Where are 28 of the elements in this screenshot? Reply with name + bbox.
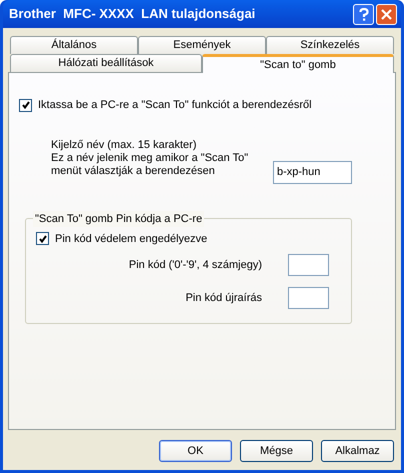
field-label: menüt választják a berendezésen — [51, 164, 216, 178]
window-title: Brother MFC- XXXX LAN tulajdonságai — [8, 5, 256, 24]
checkmark-icon — [38, 234, 46, 243]
tab[interactable]: Színkezelés — [266, 36, 394, 54]
dialog-button[interactable]: OK — [159, 440, 232, 462]
field-label: Kijelző név (max. 15 karakter) — [51, 138, 198, 152]
pin-field[interactable] — [288, 287, 329, 309]
checkbox[interactable] — [19, 98, 32, 112]
tab[interactable]: Általános — [10, 36, 138, 54]
tab[interactable]: Események — [138, 36, 266, 54]
field-label: Ez a név jelenik meg amikor a "Scan To" — [51, 152, 250, 164]
tab[interactable]: "Scan to" gomb — [202, 54, 394, 73]
checkbox-label: Pin kód védelem engedélyezve — [55, 232, 208, 246]
checkbox-label: Iktassa be a PC-re a "Scan To" funkciót a berendezésről — [38, 98, 312, 113]
dialog-button[interactable]: Alkalmaz — [321, 440, 394, 462]
dialog-button[interactable]: Mégse — [240, 440, 313, 462]
question-mark-icon — [358, 8, 368, 20]
close-button[interactable] — [376, 4, 397, 24]
checkbox[interactable] — [36, 232, 49, 246]
close-icon — [381, 8, 392, 20]
field-label: Pin kód ('0'-'9', 4 számjegy) — [128, 258, 262, 273]
pin-field[interactable] — [288, 254, 329, 276]
group-title: "Scan To" gomb Pin kódja a PC-re — [33, 210, 204, 227]
tab[interactable]: Hálózati beállítások — [10, 54, 202, 72]
display-name-field[interactable]: b-xp-hun — [273, 160, 352, 184]
field-label: Pin kód újraírás — [186, 290, 262, 306]
help-button[interactable] — [353, 4, 374, 24]
checkmark-icon — [22, 101, 30, 110]
